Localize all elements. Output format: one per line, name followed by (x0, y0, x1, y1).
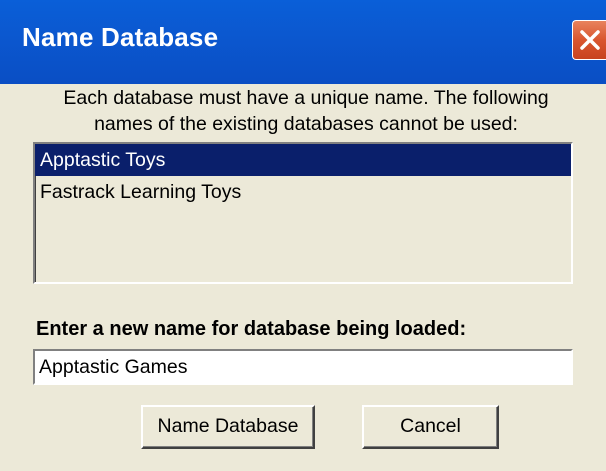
instructions-text: Each database must have a unique name. T… (36, 85, 576, 137)
instructions-line-1: Each database must have a unique name. T… (63, 87, 549, 109)
database-name-input[interactable] (33, 349, 573, 385)
dialog-title: Name Database (22, 22, 219, 52)
close-icon (580, 30, 600, 50)
existing-databases-list[interactable]: Apptastic Toys Fastrack Learning Toys (33, 142, 573, 284)
name-database-button[interactable]: Name Database (141, 405, 315, 449)
cancel-button[interactable]: Cancel (362, 405, 499, 449)
title-bar[interactable]: Name Database (0, 0, 606, 84)
instructions-line-2: names of the existing databases cannot b… (94, 113, 518, 135)
list-item-fastrack-learning-toys[interactable]: Fastrack Learning Toys (35, 176, 571, 208)
close-button[interactable] (572, 20, 606, 60)
list-item-apptastic-toys[interactable]: Apptastic Toys (35, 144, 571, 176)
name-database-dialog: Name Database Each database must have a … (0, 0, 606, 471)
new-name-label: Enter a new name for database being load… (36, 318, 467, 340)
